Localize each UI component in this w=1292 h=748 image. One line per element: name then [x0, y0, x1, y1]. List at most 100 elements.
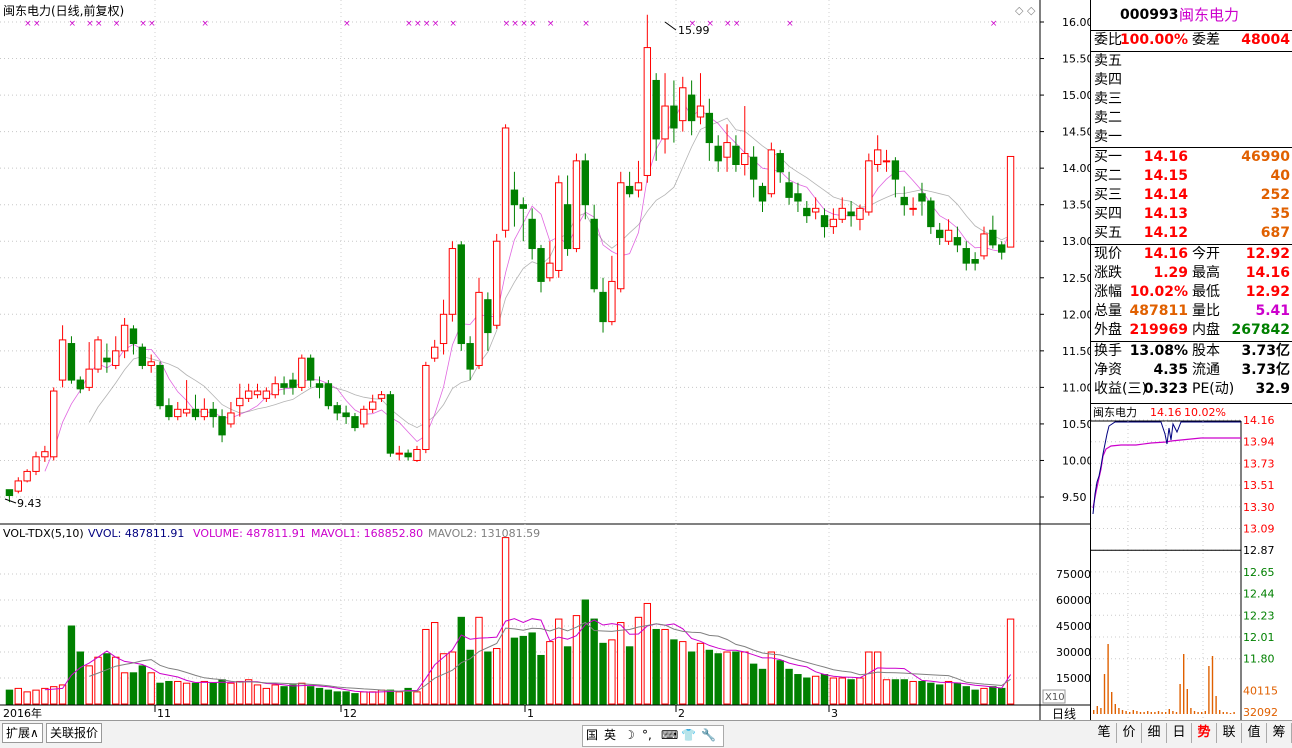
- volume-bar: [209, 682, 217, 705]
- candle-body: [182, 408, 191, 414]
- buy-level-price: 14.13: [1143, 206, 1188, 222]
- chart-title: 闽东电力(日线,前复权): [3, 3, 124, 18]
- ime-toolbar[interactable]: 国 英 ☽ °, ⌨ 👕 🔧: [582, 725, 724, 747]
- skin-icon[interactable]: 👕: [681, 726, 696, 744]
- volume-bar: [865, 651, 873, 705]
- candle-body: [475, 291, 483, 366]
- volume-bar: [342, 691, 350, 705]
- candle-body: [129, 328, 138, 345]
- buy-level-price: 14.15: [1143, 168, 1188, 184]
- candle-body: [510, 189, 519, 206]
- volume-bar: [315, 687, 324, 705]
- price-axis-label: 10.50: [1062, 418, 1090, 431]
- buy-level-label: 买一: [1094, 149, 1122, 165]
- candle-body: [280, 383, 288, 388]
- candle-body: [50, 390, 58, 458]
- vol-indicator-name[interactable]: VOL-TDX(5,10): [3, 527, 84, 540]
- buy-level-price: 14.14: [1143, 187, 1188, 203]
- mini-volume-bar: [1229, 713, 1232, 714]
- fund-value: 3.73亿: [1241, 362, 1290, 378]
- volume-bar: [696, 642, 705, 705]
- kline-chart[interactable]: ××××××××××××××××××××××××××× 16.0015.5015…: [0, 0, 1090, 747]
- volume-bar: [528, 632, 536, 705]
- mini-axis-label: 14.16: [1243, 414, 1275, 427]
- volume-bar: [324, 689, 333, 705]
- right-tab-5[interactable]: 联: [1217, 723, 1242, 743]
- buy-level-volume: 46990: [1241, 149, 1290, 165]
- mini-price: 14.16: [1150, 406, 1182, 419]
- vol-axis-label: 45000: [1056, 620, 1090, 633]
- settings-wrench-icon[interactable]: 🔧: [701, 726, 716, 744]
- timeframe-label[interactable]: 日线: [1052, 707, 1076, 721]
- fund-label: PE(动): [1192, 381, 1235, 397]
- right-tab-6[interactable]: 值: [1242, 723, 1267, 743]
- candle-body: [590, 218, 598, 290]
- fund-label: 收益(三): [1094, 381, 1147, 397]
- price-axis-label: 12.50: [1062, 272, 1090, 285]
- related-quote-tab[interactable]: 关联报价: [46, 723, 103, 743]
- mini-volume-bar: [1093, 710, 1095, 714]
- candle-body: [368, 401, 377, 410]
- candle-body: [749, 156, 758, 180]
- candle-body: [103, 357, 111, 363]
- volume-bar: [785, 668, 793, 705]
- right-tab-2[interactable]: 细: [1142, 723, 1167, 743]
- volume-bar: [280, 686, 288, 705]
- mini-volume-bar: [1222, 712, 1224, 714]
- candle-body: [253, 390, 262, 396]
- right-tab-4[interactable]: 势: [1192, 723, 1217, 743]
- volume-bar: [103, 653, 111, 705]
- diamond-icon[interactable]: ◇: [1015, 4, 1024, 17]
- volume-bar: [306, 686, 315, 705]
- candle-body: [23, 470, 31, 482]
- event-marker: ×: [582, 19, 590, 29]
- right-tab-0[interactable]: 笔: [1092, 723, 1117, 743]
- price-axis-label: 11.00: [1062, 381, 1090, 394]
- buy-level-label: 买二: [1094, 168, 1122, 184]
- mini-volume-bar: [1111, 692, 1113, 714]
- moon-icon[interactable]: ☽: [624, 726, 635, 744]
- date-label: 2: [678, 707, 685, 720]
- volume-bar: [891, 679, 900, 705]
- vvol-value: VVOL: 487811.91: [88, 527, 184, 540]
- intraday-mini-chart[interactable]: 闽东电力 14.16 10.02% 14.16 13.94 13.73 13.51 13…: [1091, 404, 1292, 720]
- quote-label: 量比: [1192, 303, 1220, 319]
- keyboard-icon[interactable]: ⌨: [661, 726, 678, 744]
- mini-volume-bar: [1208, 666, 1210, 714]
- candle-body: [679, 87, 687, 122]
- right-tab-1[interactable]: 价: [1117, 723, 1142, 743]
- vol-axis-label: 30000: [1056, 646, 1090, 659]
- volume-bar: [395, 691, 403, 705]
- date-label: 12: [343, 707, 357, 720]
- sell-level-label: 卖五: [1094, 53, 1122, 69]
- candle-body: [519, 204, 527, 209]
- volume-bar: [32, 689, 40, 705]
- expand-tab[interactable]: 扩展∧: [2, 723, 43, 743]
- mini-volume-bar: [1172, 711, 1174, 714]
- mini-axis-label: 13.73: [1243, 457, 1275, 470]
- punctuation-icon[interactable]: °,: [642, 726, 652, 744]
- ime-en-icon[interactable]: 英: [604, 726, 616, 744]
- candle-body: [493, 240, 501, 326]
- candle-body: [404, 452, 412, 458]
- price-axis-label: 12.00: [1062, 308, 1090, 321]
- volume-bar: [298, 682, 306, 705]
- quote-value: 5.41: [1255, 303, 1290, 319]
- fund-label: 换手: [1094, 343, 1122, 359]
- candle-body: [687, 94, 696, 122]
- candle-body: [306, 357, 315, 381]
- candle-body: [236, 397, 244, 407]
- mini-vol-axis-label: 40115: [1243, 684, 1278, 697]
- volume-bar: [749, 663, 758, 705]
- candle-body: [1006, 155, 1015, 248]
- right-tab-7[interactable]: 筹: [1267, 723, 1292, 743]
- event-marker: ×: [786, 19, 794, 29]
- ime-cn-icon[interactable]: 国: [586, 726, 598, 744]
- scroll-up-icon[interactable]: ◇: [1027, 4, 1036, 17]
- right-tab-bar: 笔价细日势联值筹: [1090, 720, 1292, 748]
- buy-level-label: 买五: [1094, 225, 1122, 241]
- candle-body: [732, 145, 740, 166]
- volume-bar: [333, 691, 341, 705]
- mini-price-line: [1092, 421, 1241, 515]
- right-tab-3[interactable]: 日: [1167, 723, 1192, 743]
